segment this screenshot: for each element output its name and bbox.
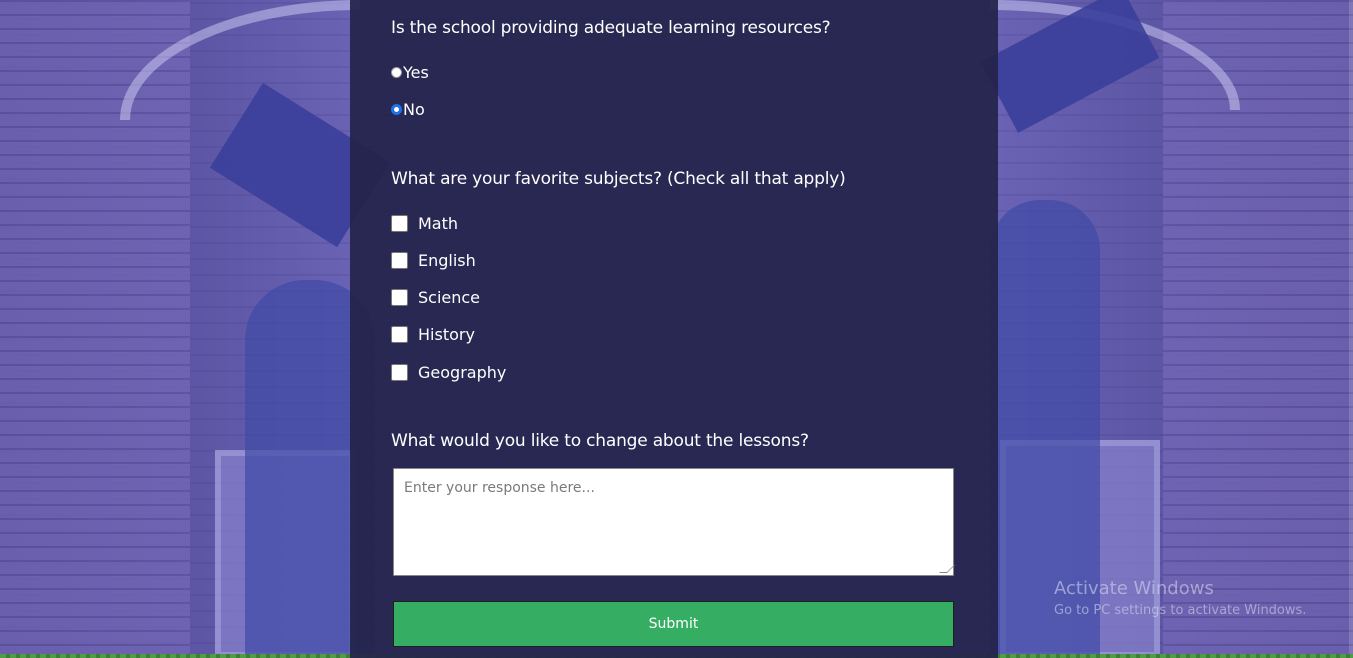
checkbox-option-science[interactable]: Science: [391, 288, 480, 307]
page-scrollbar[interactable]: [1349, 0, 1353, 654]
checkbox-option-math[interactable]: Math: [391, 214, 458, 233]
radio-option-no[interactable]: No: [391, 100, 425, 119]
checkbox-option-english[interactable]: English: [391, 251, 476, 270]
checkbox-math[interactable]: [391, 215, 408, 232]
radio-label-yes: Yes: [403, 63, 429, 82]
submit-button-label: Submit: [648, 616, 699, 632]
submit-button[interactable]: Submit: [393, 601, 954, 647]
checkbox-geography[interactable]: [391, 364, 408, 381]
checkbox-label-geography: Geography: [418, 363, 507, 382]
checkbox-option-history[interactable]: History: [391, 325, 475, 344]
watermark-subtitle: Go to PC settings to activate Windows.: [1054, 603, 1307, 618]
radio-button-no[interactable]: [391, 104, 402, 115]
question-resources-title: Is the school providing adequate learnin…: [391, 18, 831, 38]
checkbox-history[interactable]: [391, 326, 408, 343]
question-lessons-title: What would you like to change about the …: [391, 431, 809, 451]
windows-activation-watermark: Activate Windows Go to PC settings to ac…: [1054, 578, 1306, 618]
radio-option-yes[interactable]: Yes: [391, 63, 429, 82]
checkbox-label-science: Science: [418, 288, 481, 307]
checkbox-label-history: History: [418, 325, 475, 344]
radio-button-yes[interactable]: [391, 67, 402, 78]
textarea-resize-handle[interactable]: [939, 565, 955, 573]
checkbox-science[interactable]: [391, 289, 408, 306]
question-subjects-title: What are your favorite subjects? (Check …: [391, 169, 846, 189]
checkbox-english[interactable]: [391, 252, 408, 269]
lessons-response-textarea[interactable]: Enter your response here...: [393, 468, 955, 576]
textarea-placeholder: Enter your response here...: [404, 480, 595, 496]
checkbox-label-english: English: [418, 251, 476, 270]
survey-form-card: Is the school providing adequate learnin…: [350, 0, 998, 658]
watermark-title: Activate Windows: [1054, 578, 1214, 599]
checkbox-option-geography[interactable]: Geography: [391, 363, 506, 382]
radio-label-no: No: [403, 100, 425, 119]
checkbox-label-math: Math: [418, 214, 459, 233]
